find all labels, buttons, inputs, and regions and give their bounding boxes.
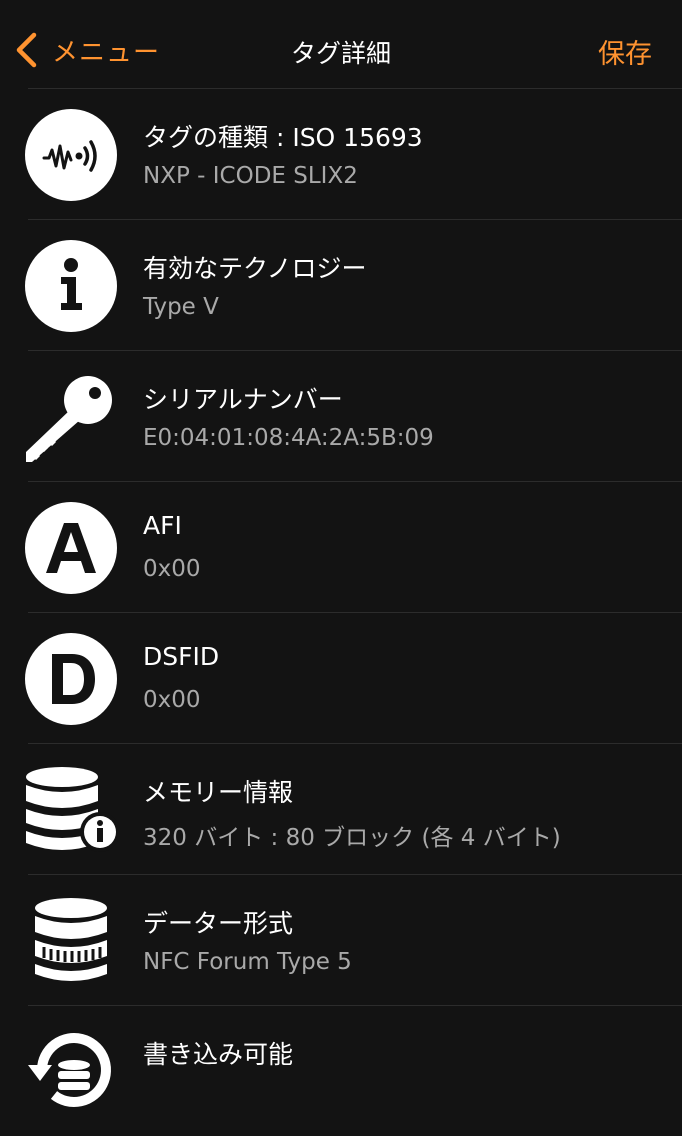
row-afi[interactable]: AFI 0x00 — [0, 482, 682, 612]
row-subtitle: 0x00 — [143, 687, 201, 713]
key-icon — [24, 370, 118, 464]
row-title: 有効なテクノロジー — [143, 254, 367, 283]
row-data-format[interactable]: データー形式 NFC Forum Type 5 — [0, 875, 682, 1005]
chevron-left-icon — [16, 32, 37, 68]
database-format-icon — [24, 894, 118, 988]
navigation-bar: メニュー タグ詳細 保存 — [0, 0, 682, 88]
letter-a-icon — [24, 501, 118, 595]
row-title: 書き込み可能 — [143, 1040, 294, 1069]
tag-details-list: タグの種類 : ISO 15693 NXP - ICODE SLIX2 有効なテ… — [0, 88, 682, 1136]
info-icon — [24, 239, 118, 333]
database-write-icon — [24, 1025, 118, 1119]
save-button[interactable]: 保存 — [598, 32, 652, 71]
row-writable[interactable]: 書き込み可能 — [0, 1006, 682, 1136]
database-info-icon — [24, 763, 118, 857]
row-title: AFI — [143, 511, 182, 540]
back-button[interactable]: メニュー — [14, 30, 160, 70]
row-subtitle: Type V — [143, 294, 219, 320]
row-dsfid[interactable]: DSFID 0x00 — [0, 613, 682, 743]
letter-d-icon — [24, 632, 118, 726]
row-title: DSFID — [143, 642, 220, 671]
row-technologies[interactable]: 有効なテクノロジー Type V — [0, 220, 682, 350]
row-title: データー形式 — [143, 909, 294, 938]
row-serial-number[interactable]: シリアルナンバー E0:04:01:08:4A:2A:5B:09 — [0, 351, 682, 481]
row-title: シリアルナンバー — [143, 385, 343, 414]
back-button-label: メニュー — [52, 37, 161, 68]
row-subtitle: NXP - ICODE SLIX2 — [143, 163, 358, 189]
row-subtitle: 0x00 — [143, 556, 201, 582]
row-tag-type[interactable]: タグの種類 : ISO 15693 NXP - ICODE SLIX2 — [0, 89, 682, 219]
row-title: メモリー情報 — [143, 778, 294, 807]
nfc-tag-icon — [24, 108, 118, 202]
row-subtitle: 320 バイト : 80 ブロック (各 4 バイト) — [143, 825, 561, 851]
row-title: タグの種類 : ISO 15693 — [143, 123, 423, 152]
row-subtitle: NFC Forum Type 5 — [143, 949, 352, 975]
row-subtitle: E0:04:01:08:4A:2A:5B:09 — [143, 425, 434, 451]
row-memory-info[interactable]: メモリー情報 320 バイト : 80 ブロック (各 4 バイト) — [0, 744, 682, 874]
